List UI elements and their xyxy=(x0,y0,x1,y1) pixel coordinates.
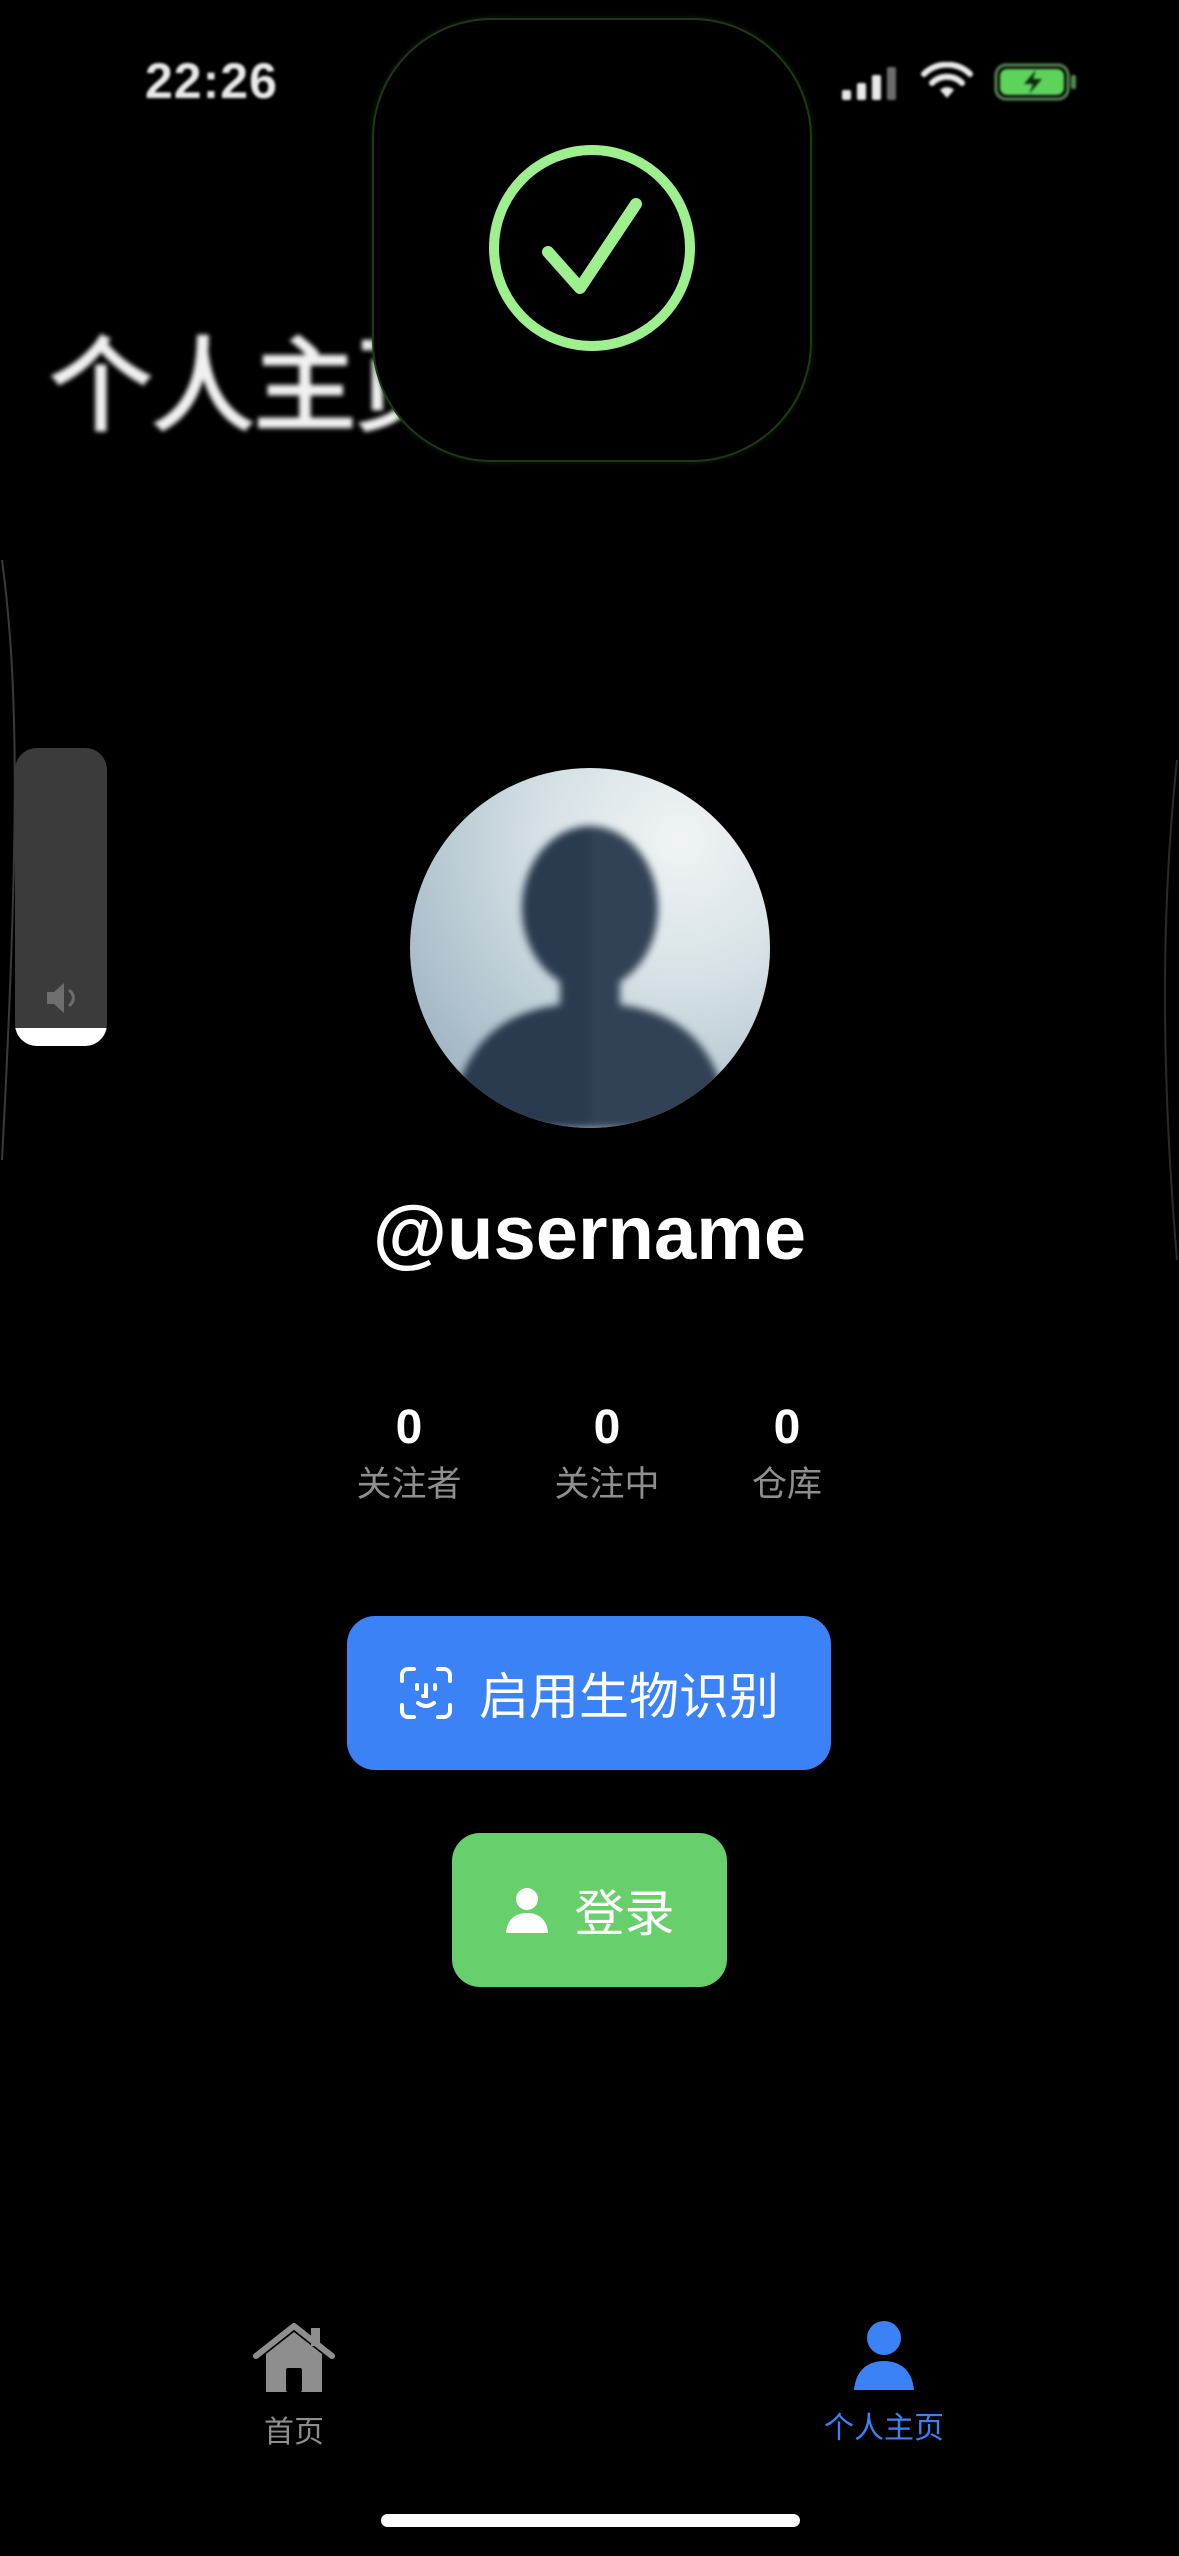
speaker-icon xyxy=(47,983,75,1013)
stat-label: 关注中 xyxy=(554,1465,660,1504)
stat-followers[interactable]: 0 关注者 xyxy=(329,1398,489,1510)
stat-label: 关注者 xyxy=(356,1465,462,1504)
tab-profile[interactable]: 个人主页 xyxy=(784,2320,984,2447)
tab-label: 首页 xyxy=(264,2416,324,2449)
tab-label: 个人主页 xyxy=(824,2412,944,2445)
login-label: 登录 xyxy=(574,1886,675,1942)
avatar[interactable] xyxy=(410,768,770,1128)
stat-label: 仓库 xyxy=(751,1465,822,1504)
face-id-icon xyxy=(400,1667,452,1719)
login-button[interactable]: 登录 xyxy=(452,1833,727,1987)
person-silhouette xyxy=(450,808,770,1128)
tab-home[interactable]: 首页 xyxy=(194,2320,394,2451)
stat-repositories[interactable]: 0 仓库 xyxy=(707,1398,867,1510)
home-indicator[interactable] xyxy=(381,2514,800,2527)
stat-value: 0 xyxy=(773,1401,801,1454)
status-indicators xyxy=(840,62,1078,102)
status-time: 22:26 xyxy=(145,53,278,109)
stat-value: 0 xyxy=(395,1401,423,1454)
cellular-signal-icon xyxy=(842,67,896,100)
username: @username xyxy=(372,1191,807,1276)
person-icon xyxy=(505,1888,548,1933)
person-icon xyxy=(854,2321,914,2390)
screen-edge-curve xyxy=(1163,760,1178,1260)
wifi-icon xyxy=(921,62,973,98)
enable-biometrics-label: 启用生物识别 xyxy=(479,1669,779,1725)
volume-level-fill xyxy=(15,1028,107,1046)
battery-charging-icon xyxy=(994,63,1076,101)
checkmark-circle-icon xyxy=(489,145,695,351)
stat-following[interactable]: 0 关注中 xyxy=(527,1398,687,1510)
stat-value: 0 xyxy=(593,1401,621,1454)
enable-biometrics-button[interactable]: 启用生物识别 xyxy=(347,1616,831,1770)
house-icon xyxy=(253,2323,335,2392)
success-hud xyxy=(372,18,812,462)
volume-hud[interactable] xyxy=(15,748,107,1046)
